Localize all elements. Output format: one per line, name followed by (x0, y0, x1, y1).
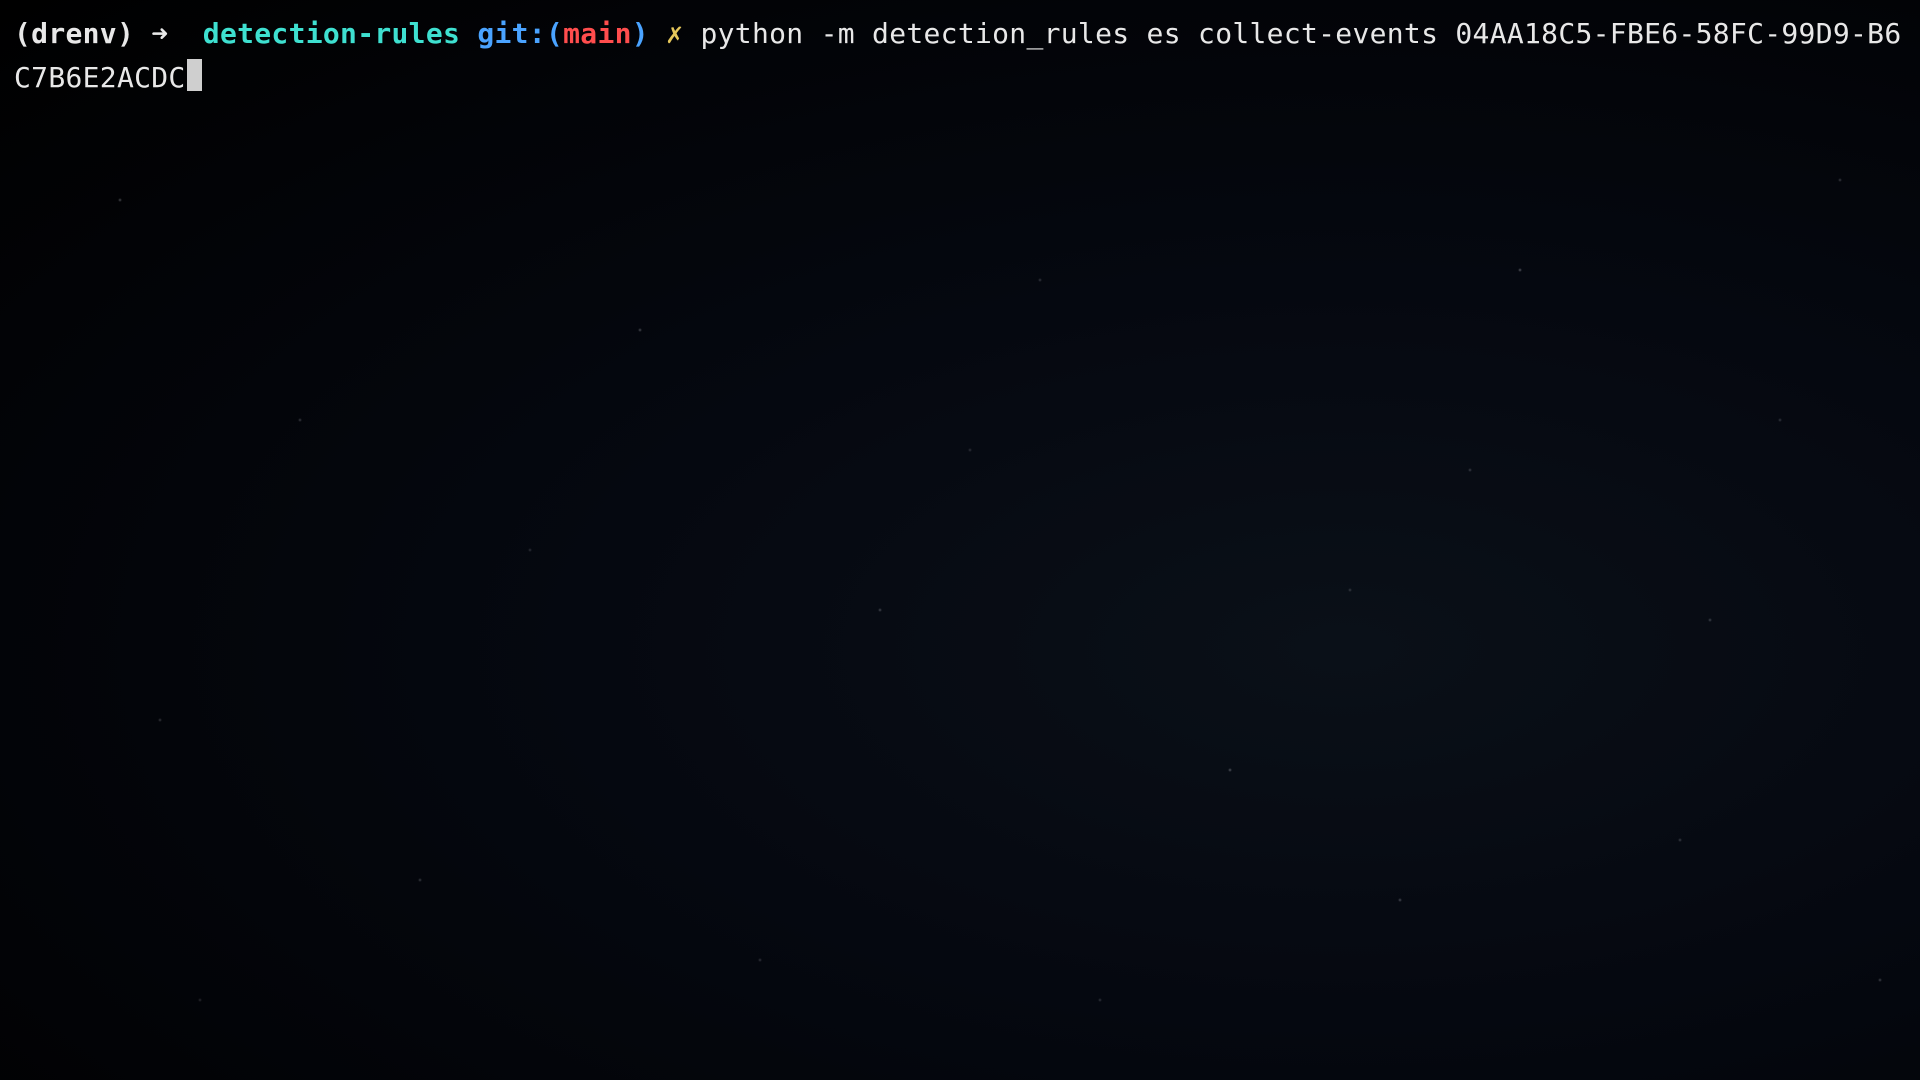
git-paren-open: ( (546, 17, 563, 50)
git-dirty-icon: ✗ (666, 17, 683, 50)
prompt-line[interactable]: (drenv) ➜ detection-rules git:(main) ✗ p… (14, 12, 1906, 100)
virtualenv-name: (drenv) (14, 17, 134, 50)
background-stars (0, 0, 1920, 1080)
prompt-arrow-icon: ➜ (151, 17, 168, 50)
git-branch: main (563, 17, 632, 50)
cursor-block-icon (187, 59, 202, 91)
current-directory: detection-rules (203, 17, 460, 50)
git-paren-close: ) (632, 17, 649, 50)
terminal-window[interactable]: (drenv) ➜ detection-rules git:(main) ✗ p… (0, 0, 1920, 1080)
git-label: git: (477, 17, 546, 50)
